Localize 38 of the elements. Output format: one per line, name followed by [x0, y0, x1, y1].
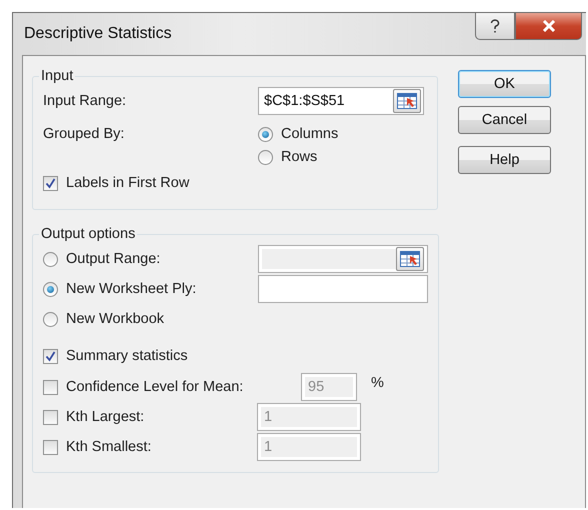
radio-button[interactable] — [43, 312, 58, 326]
radio-label[interactable]: New Workbook — [66, 311, 164, 327]
checkbox[interactable] — [43, 440, 58, 454]
radio-label[interactable]: Rows — [281, 149, 318, 165]
radio-button[interactable] — [43, 252, 58, 266]
range-select-icon — [400, 251, 420, 267]
group-title: Input — [40, 68, 74, 84]
checkbox[interactable] — [43, 176, 58, 190]
close-icon — [542, 20, 556, 32]
close-button[interactable] — [515, 13, 582, 40]
radio-button[interactable] — [43, 282, 58, 296]
window-title: Descriptive Statistics — [24, 25, 172, 43]
dialog-button[interactable]: OK — [458, 70, 551, 98]
help-button[interactable] — [475, 13, 515, 40]
radio-label[interactable]: Output Range: — [66, 251, 160, 267]
unit-label: % — [371, 375, 384, 391]
range-picker-button[interactable] — [393, 89, 421, 113]
dialog-button[interactable]: Help — [458, 146, 551, 174]
field-label: Input Range: — [43, 93, 126, 109]
range-select-icon — [397, 93, 417, 109]
checkbox-label[interactable]: Labels in First Row — [66, 175, 190, 191]
checkbox[interactable] — [43, 380, 58, 394]
radio-button[interactable] — [258, 126, 273, 142]
radio-button[interactable] — [258, 150, 273, 164]
checkbox[interactable] — [43, 410, 58, 424]
checkbox-label[interactable]: Kth Smallest: — [66, 439, 152, 455]
checkbox-label[interactable]: Confidence Level for Mean: — [66, 379, 244, 395]
text-field[interactable] — [258, 275, 428, 303]
text-field[interactable]: $C$1:$S$51 — [258, 87, 424, 115]
checkbox[interactable] — [43, 348, 58, 364]
group-title: Output options — [40, 226, 136, 242]
checkbox-label[interactable]: Kth Largest: — [66, 409, 144, 425]
radio-label[interactable]: New Worksheet Ply: — [66, 281, 196, 297]
dialog-button[interactable]: Cancel — [458, 106, 551, 134]
help-icon — [490, 19, 500, 33]
checkbox-label[interactable]: Summary statistics — [66, 348, 188, 364]
radio-label[interactable]: Columns — [281, 126, 338, 142]
field-label: Grouped By: — [43, 126, 124, 142]
